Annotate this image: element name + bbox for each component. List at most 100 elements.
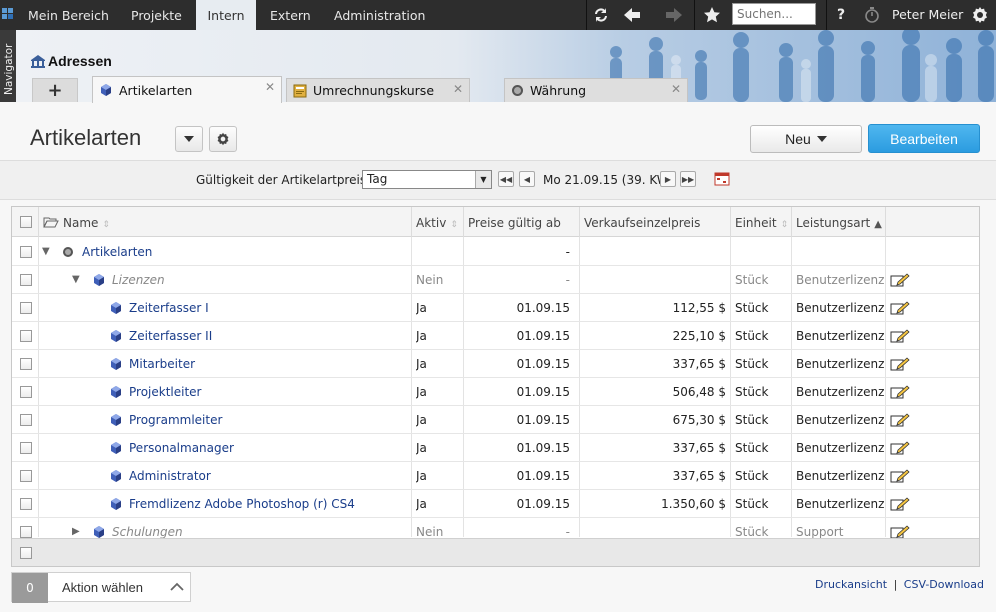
row-checkbox[interactable] [20, 302, 32, 314]
collapse-arrow-icon[interactable]: ▼ [42, 238, 54, 266]
table-row[interactable]: Zeiterfasser I Ja 01.09.15 112,55 $ Stück Ben… [12, 294, 979, 322]
calendar-icon[interactable] [714, 172, 730, 189]
back-arrow-icon[interactable] [618, 0, 646, 30]
table-row[interactable]: Programmleiter Ja 01.09.15 675,30 $ Stück Ben… [12, 406, 979, 434]
stopwatch-icon[interactable] [860, 0, 884, 30]
cube-icon [109, 378, 125, 406]
row-preise-gueltig-ab: 01.09.15 [516, 413, 570, 427]
row-einheit: Stück [735, 413, 769, 427]
help-button[interactable]: ? [830, 0, 852, 30]
nav-tab-mein-bereich[interactable]: Mein Bereich [28, 0, 109, 30]
edit-pencil-icon[interactable] [890, 266, 912, 294]
row-name[interactable]: Zeiterfasser II [129, 322, 402, 350]
column-header-name[interactable]: Name ⇕ [38, 207, 411, 237]
csv-download-link[interactable]: CSV-Download [904, 578, 984, 591]
app-grid-icon[interactable] [2, 8, 14, 20]
row-checkbox[interactable] [20, 526, 32, 538]
row-name[interactable]: Administrator [129, 462, 402, 490]
column-header-aktiv[interactable]: Aktiv ⇕ [411, 207, 463, 237]
row-checkbox[interactable] [20, 330, 32, 342]
new-button-label: Neu [785, 131, 811, 147]
edit-pencil-icon[interactable] [890, 490, 912, 518]
add-tab-button[interactable]: + [32, 78, 78, 102]
row-checkbox[interactable] [20, 386, 32, 398]
table-row[interactable]: Fremdlizenz Adobe Photoshop (r) CS4 Ja 01.… [12, 490, 979, 518]
edit-pencil-icon[interactable] [890, 294, 912, 322]
select-all-checkbox[interactable] [20, 216, 32, 228]
table-row[interactable]: Administrator Ja 01.09.15 337,65 $ Stück Benu… [12, 462, 979, 490]
row-checkbox[interactable] [20, 442, 32, 454]
close-icon[interactable]: ✕ [265, 80, 275, 94]
chevron-down-icon[interactable]: ▼ [475, 171, 491, 188]
settings-gear-icon[interactable] [966, 0, 994, 30]
selected-count-badge: 0 [12, 573, 48, 603]
row-name[interactable]: Lizenzen [112, 266, 402, 294]
nav-tab-extern[interactable]: Extern [270, 0, 311, 30]
row-checkbox[interactable] [20, 414, 32, 426]
top-navigation-bar: Mein Bereich Projekte Intern Extern Admi… [0, 0, 996, 30]
close-icon[interactable]: ✕ [453, 82, 463, 96]
row-name[interactable]: Artikelarten [82, 238, 402, 266]
row-aktiv: Ja [416, 301, 427, 315]
tab-umrechnungskurse[interactable]: Umrechnungskurse ✕ [286, 78, 470, 102]
cube-icon [109, 294, 125, 322]
row-name[interactable]: Programmleiter [129, 406, 402, 434]
edit-pencil-icon[interactable] [890, 434, 912, 462]
column-header-preise-gueltig-ab[interactable]: Preise gültig ab [463, 207, 579, 237]
row-checkbox[interactable] [20, 498, 32, 510]
table-row[interactable]: Zeiterfasser II Ja 01.09.15 225,10 $ Stück Be… [12, 322, 979, 350]
edit-pencil-icon[interactable] [890, 378, 912, 406]
row-einheit: Stück [735, 441, 769, 455]
nav-tab-administration[interactable]: Administration [334, 0, 425, 30]
search-input[interactable] [732, 3, 816, 25]
new-button[interactable]: Neu [750, 125, 862, 153]
tab-waehrung[interactable]: Währung ✕ [504, 78, 688, 102]
column-header-verkaufseinzelpreis[interactable]: Verkaufseinzelpreis [579, 207, 730, 237]
next-period-button[interactable]: ▶ [660, 171, 676, 187]
row-checkbox[interactable] [20, 274, 32, 286]
row-checkbox[interactable] [20, 246, 32, 258]
table-row[interactable]: ▼ Lizenzen Nein - Stück Benutzerlizenz [12, 266, 979, 294]
row-name[interactable]: Zeiterfasser I [129, 294, 402, 322]
row-verkaufseinzelpreis: 337,65 $ [672, 441, 726, 455]
edit-pencil-icon[interactable] [890, 322, 912, 350]
table-row[interactable]: Mitarbeiter Ja 01.09.15 337,65 $ Stück Benutz… [12, 350, 979, 378]
collapse-arrow-icon[interactable]: ▼ [72, 266, 84, 294]
page-settings-button[interactable] [209, 126, 237, 152]
row-name[interactable]: Fremdlizenz Adobe Photoshop (r) CS4 [129, 490, 402, 518]
navigator-toggle[interactable]: Navigator [0, 30, 16, 102]
cube-icon [109, 406, 125, 434]
footer-checkbox[interactable] [20, 547, 32, 559]
table-row[interactable]: ▼ Artikelarten - [12, 238, 979, 266]
action-selector[interactable]: 0 Aktion wählen [11, 572, 191, 603]
user-menu[interactable]: Peter Meier [892, 0, 963, 30]
row-checkbox[interactable] [20, 470, 32, 482]
row-name[interactable]: Projektleiter [129, 378, 402, 406]
nav-tab-projekte[interactable]: Projekte [131, 0, 182, 30]
row-leistungsart: Benutzerlizenz [796, 413, 884, 427]
title-dropdown-button[interactable] [175, 126, 203, 152]
edit-pencil-icon[interactable] [890, 350, 912, 378]
edit-pencil-icon[interactable] [890, 462, 912, 490]
edit-button[interactable]: Bearbeiten [868, 124, 980, 153]
row-name[interactable]: Mitarbeiter [129, 350, 402, 378]
last-period-button[interactable]: ▶▶ [680, 171, 696, 187]
forward-arrow-icon[interactable] [660, 0, 688, 30]
table-row[interactable]: Projektleiter Ja 01.09.15 506,48 $ Stück Benu… [12, 378, 979, 406]
validity-select[interactable]: Tag ▼ [362, 170, 492, 189]
close-icon[interactable]: ✕ [671, 82, 681, 96]
tab-artikelarten[interactable]: Artikelarten ✕ [92, 76, 282, 103]
refresh-icon[interactable] [588, 0, 614, 30]
print-view-link[interactable]: Druckansicht [815, 578, 887, 591]
favorites-star-icon[interactable] [698, 0, 726, 30]
table-header: Name ⇕ Aktiv ⇕ Preise gültig ab Verkaufsei… [12, 207, 979, 237]
first-period-button[interactable]: ◀◀ [498, 171, 514, 187]
row-checkbox[interactable] [20, 358, 32, 370]
previous-period-button[interactable]: ◀ [519, 171, 535, 187]
row-name[interactable]: Personalmanager [129, 434, 402, 462]
column-header-leistungsart[interactable]: Leistungsart ▲ [791, 207, 885, 237]
edit-pencil-icon[interactable] [890, 406, 912, 434]
table-row[interactable]: Personalmanager Ja 01.09.15 337,65 $ Stück Be… [12, 434, 979, 462]
column-header-einheit[interactable]: Einheit ⇕ [730, 207, 791, 237]
nav-tab-intern[interactable]: Intern [196, 0, 256, 30]
